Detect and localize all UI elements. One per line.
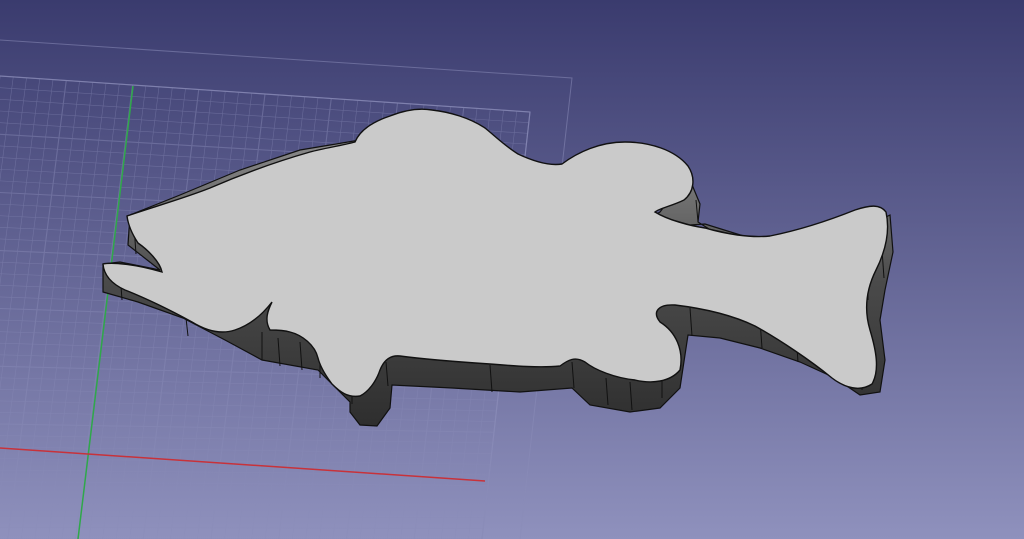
3d-viewport[interactable] (0, 0, 1024, 539)
scene-canvas[interactable] (0, 0, 1024, 539)
